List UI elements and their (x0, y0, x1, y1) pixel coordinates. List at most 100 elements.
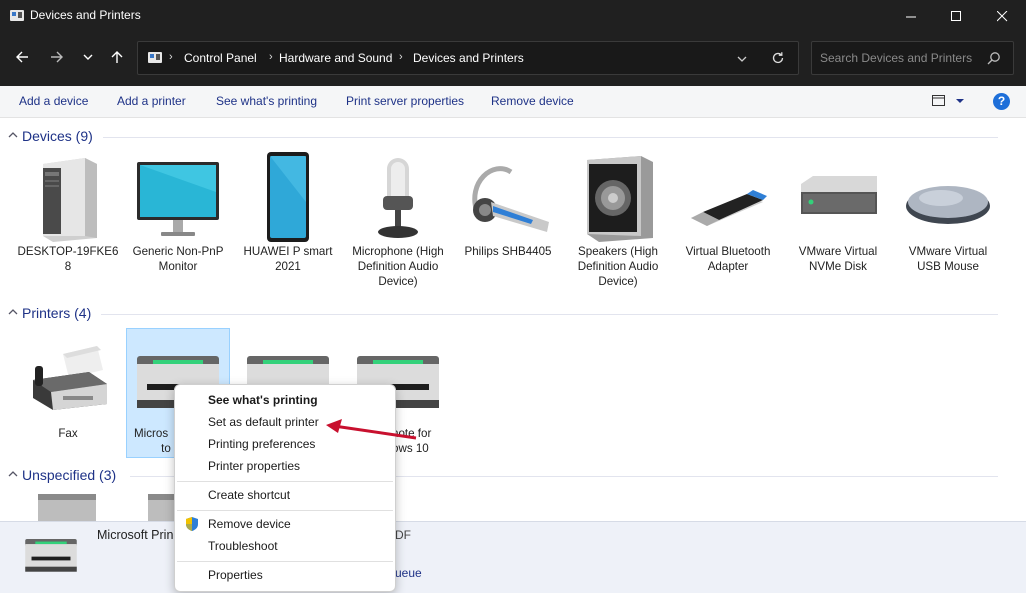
device-item[interactable]: VMware Virtual NVMe Disk (786, 152, 890, 273)
printer-label-line2: to (161, 442, 171, 455)
menu-item-set-default-printer[interactable]: Set as default printer (208, 415, 319, 429)
device-label: VMware Virtual USB Mouse (908, 245, 988, 273)
unspecified-device-icon[interactable] (36, 492, 98, 521)
breadcrumb-separator: › (169, 51, 173, 63)
chevron-down-icon[interactable] (736, 54, 748, 64)
up-button[interactable] (104, 44, 130, 70)
menu-separator (177, 510, 393, 511)
device-label: Speakers (High Definition Audio Device) (577, 245, 659, 288)
menu-item-printer-properties[interactable]: Printer properties (208, 459, 300, 473)
headset-icon (472, 166, 549, 232)
printer-label: Micros (134, 427, 169, 440)
view-dropdown-icon[interactable] (955, 97, 965, 105)
chevron-up-icon (8, 132, 18, 138)
printers-group-header[interactable]: Printers (4) (0, 303, 1010, 323)
window-title: Devices and Printers (30, 8, 141, 22)
content-pane: Devices (9) DESKTOP-19FKE6 8 Generic Non… (0, 118, 1026, 521)
see-whats-printing-button[interactable]: See what's printing (216, 94, 317, 108)
minimize-icon (905, 16, 916, 17)
menu-item-troubleshoot[interactable]: Troubleshoot (208, 539, 278, 553)
devices-group-title: Devices (9) (22, 128, 93, 144)
close-button[interactable] (979, 0, 1025, 32)
add-printer-button[interactable]: Add a printer (117, 94, 186, 108)
menu-item-printing-preferences[interactable]: Printing preferences (208, 437, 315, 451)
details-status: ueue (395, 566, 422, 580)
device-item[interactable]: Microphone (High Definition Audio Device… (346, 152, 450, 288)
search-input[interactable]: Search Devices and Printers (811, 41, 1014, 75)
view-options-icon[interactable] (932, 95, 946, 107)
device-label: Virtual Bluetooth Adapter (685, 245, 771, 273)
breadcrumb-control-panel[interactable]: Control Panel (184, 51, 257, 65)
maximize-icon (950, 10, 961, 21)
group-divider (101, 314, 998, 315)
search-placeholder: Search Devices and Printers (820, 51, 973, 65)
menu-item-see-whats-printing[interactable]: See what's printing (208, 393, 318, 407)
devices-group-header[interactable]: Devices (9) (0, 126, 1010, 146)
device-label: Microphone (High Definition Audio Device… (352, 245, 444, 288)
command-bar: Add a device Add a printer See what's pr… (0, 86, 1026, 118)
speaker-icon (587, 156, 653, 242)
annotation-arrow (326, 419, 417, 440)
device-label: Philips SHB4405 (464, 245, 552, 258)
device-item[interactable]: Speakers (High Definition Audio Device) (566, 152, 670, 288)
unspecified-group-title: Unspecified (3) (22, 467, 117, 483)
control-panel-icon (148, 52, 162, 63)
details-pane: Microsoft Prin DF ueue (0, 521, 1026, 593)
menu-separator (177, 481, 393, 482)
arrow-right-icon (51, 51, 63, 63)
refresh-icon[interactable] (771, 51, 785, 65)
menu-item-remove-device[interactable]: Remove device (208, 517, 291, 531)
minimize-button[interactable] (888, 0, 934, 32)
device-label: HUAWEI P smart 2021 (243, 245, 333, 273)
menu-item-create-shortcut[interactable]: Create shortcut (208, 488, 290, 502)
arrow-up-icon (111, 51, 123, 63)
breadcrumb-devices-printers[interactable]: Devices and Printers (413, 51, 524, 65)
forward-button[interactable] (44, 44, 70, 70)
maximize-button[interactable] (933, 0, 979, 32)
device-item[interactable]: Generic Non-PnP Monitor (126, 152, 230, 273)
device-item[interactable]: DESKTOP-19FKE6 8 (16, 152, 120, 273)
computer-tower-icon (43, 158, 97, 242)
menu-separator (177, 561, 393, 562)
printers-group-title: Printers (4) (22, 305, 92, 321)
device-item[interactable]: Virtual Bluetooth Adapter (676, 152, 780, 273)
search-icon (987, 52, 1000, 65)
details-device-name: Microsoft Prin (97, 528, 174, 542)
disk-drive-icon (801, 176, 877, 214)
printer-label: Fax (58, 427, 78, 440)
device-label: Generic Non-PnP Monitor (132, 245, 224, 273)
monitor-icon (137, 162, 219, 236)
device-label: VMware Virtual NVMe Disk (798, 245, 878, 273)
remove-device-button[interactable]: Remove device (491, 94, 574, 108)
print-server-properties-button[interactable]: Print server properties (346, 94, 464, 108)
recent-locations-button[interactable] (75, 44, 101, 70)
breadcrumb-separator: › (399, 51, 403, 63)
devices-printers-app-icon (10, 10, 24, 21)
title-bar: Devices and Printers (0, 0, 1026, 32)
device-label: DESKTOP-19FKE6 8 (17, 245, 119, 273)
chevron-down-icon (83, 54, 93, 60)
microphone-icon (378, 158, 418, 238)
address-bar-area: › Control Panel › Hardware and Sound › D… (0, 32, 1026, 86)
mouse-icon (906, 186, 990, 224)
menu-item-properties[interactable]: Properties (208, 568, 263, 582)
printer-icon (25, 539, 77, 572)
shield-icon (186, 517, 198, 531)
device-item[interactable]: VMware Virtual USB Mouse (896, 152, 1000, 273)
breadcrumb-separator: › (269, 51, 273, 63)
breadcrumb-hardware-sound[interactable]: Hardware and Sound (279, 51, 392, 65)
address-input[interactable]: › Control Panel › Hardware and Sound › D… (137, 41, 799, 75)
help-button[interactable]: ? (993, 93, 1010, 110)
unspecified-device-icon[interactable] (146, 492, 176, 521)
close-icon (996, 10, 1007, 21)
fax-icon (33, 346, 107, 410)
arrow-left-icon (16, 51, 28, 63)
phone-icon (267, 152, 309, 242)
device-item[interactable]: HUAWEI P smart 2021 (236, 152, 340, 273)
back-button[interactable] (9, 44, 35, 70)
device-item[interactable]: Philips SHB4405 (456, 152, 560, 258)
unspecified-group-header[interactable]: Unspecified (3) (0, 465, 1010, 485)
add-device-button[interactable]: Add a device (19, 94, 88, 108)
group-divider (103, 137, 998, 138)
printer-item[interactable]: Fax (16, 334, 120, 440)
